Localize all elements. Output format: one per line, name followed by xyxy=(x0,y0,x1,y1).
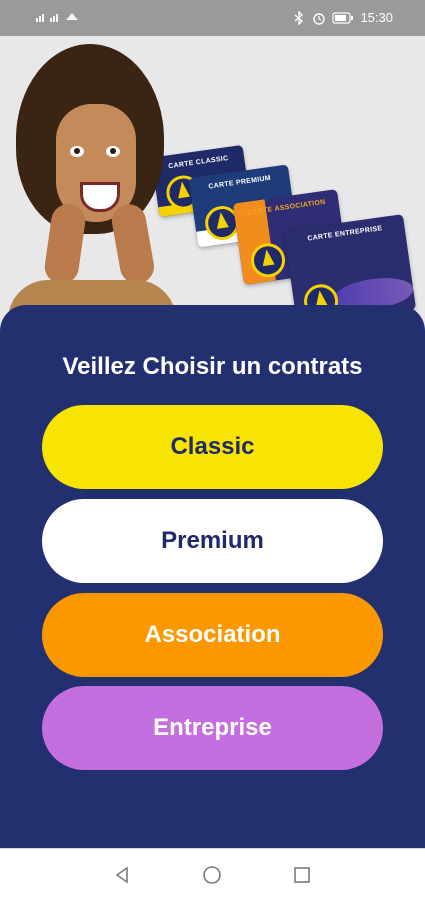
status-bar: 15:30 xyxy=(0,0,425,36)
excited-woman-illustration xyxy=(8,44,178,326)
contract-selection-panel: Veillez Choisir un contrats Classic Prem… xyxy=(0,305,425,848)
hero-banner: CARTE CLASSIC CARTE PREMIUM CARTE ASSOCI… xyxy=(0,36,425,326)
eye-left xyxy=(70,146,84,157)
premium-button[interactable]: Premium xyxy=(42,499,383,583)
panel-title: Veillez Choisir un contrats xyxy=(62,353,363,380)
battery-icon xyxy=(332,11,354,24)
alarm-icon xyxy=(313,12,326,25)
system-nav-bar xyxy=(0,848,425,901)
classic-button[interactable]: Classic xyxy=(42,405,383,489)
status-time: 15:30 xyxy=(360,10,393,25)
home-icon[interactable] xyxy=(200,863,224,887)
eye-right xyxy=(106,146,120,157)
back-icon[interactable] xyxy=(110,863,134,887)
signal-wifi-icon xyxy=(36,13,78,22)
mouth xyxy=(80,182,120,212)
entreprise-button[interactable]: Entreprise xyxy=(42,686,383,770)
card-title: CARTE PREMIUM xyxy=(208,174,272,191)
association-button[interactable]: Association xyxy=(42,593,383,677)
status-right-group: 15:30 xyxy=(292,10,393,25)
recents-icon[interactable] xyxy=(290,863,314,887)
hand-right xyxy=(109,201,157,287)
signal-icons xyxy=(36,10,80,25)
bluetooth-icon xyxy=(294,10,304,25)
